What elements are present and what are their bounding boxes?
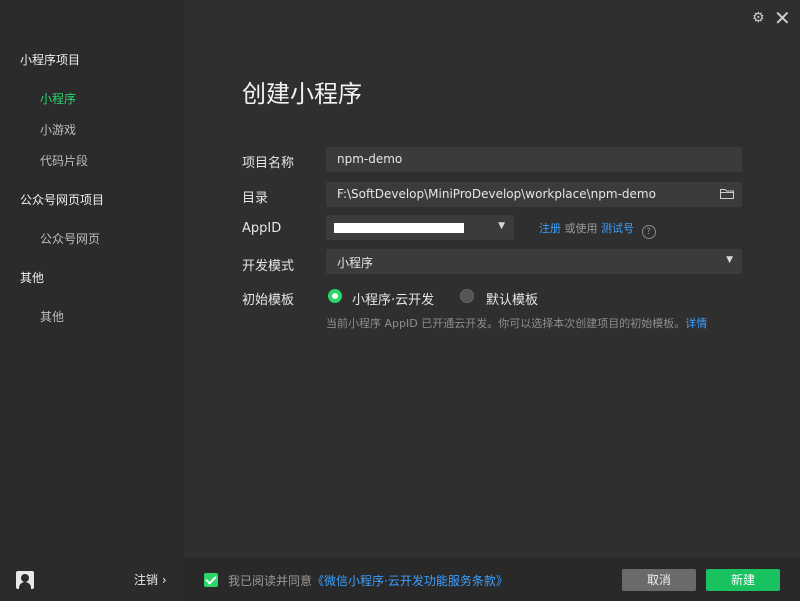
folder-icon[interactable] — [720, 188, 734, 199]
sidebar-item-other[interactable]: 其他 — [40, 308, 64, 325]
terms-link[interactable]: 《微信小程序·云开发功能服务条款》 — [312, 574, 508, 588]
appid-label: AppID — [242, 221, 282, 236]
agree-prefix: 我已阅读并同意 — [228, 574, 313, 588]
template-option-default[interactable]: 默认模板 — [486, 289, 538, 308]
chevron-down-icon: ▼ — [726, 255, 733, 265]
sidebar-group-miniprogram: 小程序项目 — [20, 53, 81, 67]
template-label: 初始模板 — [242, 293, 295, 308]
chevron-down-icon: ▼ — [498, 221, 505, 231]
test-account-link[interactable]: 测试号 — [601, 222, 634, 235]
sidebar-group-official-web: 公众号网页项目 — [20, 193, 105, 207]
sidebar-item-minigame[interactable]: 小游戏 — [40, 121, 76, 138]
sidebar-item-official-web[interactable]: 公众号网页 — [40, 230, 100, 247]
create-project-panel: ⚙ ✕ 创建小程序 项目名称 npm-demo 目录 F:\SoftDevelo… — [184, 0, 800, 558]
sidebar-item-code-snippet[interactable]: 代码片段 — [40, 152, 88, 169]
create-button[interactable]: 新建 — [706, 569, 780, 591]
directory-label: 目录 — [242, 191, 269, 206]
project-name-input[interactable]: npm-demo — [326, 147, 742, 172]
directory-input[interactable]: F:\SoftDevelop\MiniProDevelop\workplace\… — [326, 182, 742, 207]
appid-select[interactable]: ▼ — [326, 215, 514, 240]
page-title: 创建小程序 — [242, 80, 362, 108]
sidebar-item-miniprogram[interactable]: 小程序 — [40, 90, 76, 107]
cancel-button[interactable]: 取消 — [622, 569, 696, 591]
template-radio-default[interactable] — [460, 289, 474, 303]
register-link[interactable]: 注册 — [539, 222, 561, 235]
sidebar: 小程序项目 小程序 小游戏 代码片段 公众号网页项目 公众号网页 其他 其他 注… — [0, 0, 184, 600]
logout-button[interactable]: 注销 › — [134, 571, 167, 588]
template-hint-text: 当前小程序 AppID 已开通云开发。你可以选择本次创建项目的初始模板。 — [326, 317, 686, 330]
project-name-label: 项目名称 — [242, 156, 295, 171]
project-name-value: npm-demo — [337, 152, 403, 166]
directory-value: F:\SoftDevelop\MiniProDevelop\workplace\… — [337, 187, 656, 201]
template-option-cloud[interactable]: 小程序·云开发 — [352, 289, 434, 308]
or-use-text: 或使用 — [564, 222, 598, 235]
appid-masked-value — [334, 223, 464, 233]
template-radio-cloud[interactable] — [328, 289, 342, 303]
agree-text: 我已阅读并同意《微信小程序·云开发功能服务条款》 — [228, 572, 508, 589]
dev-mode-value: 小程序 — [337, 256, 374, 270]
gear-icon[interactable]: ⚙ — [752, 10, 765, 26]
appid-links: 注册 或使用 测试号 ? — [539, 220, 656, 239]
sidebar-group-other: 其他 — [20, 271, 45, 285]
details-link[interactable]: 详情 — [685, 317, 707, 330]
avatar[interactable] — [16, 571, 34, 589]
dev-mode-select[interactable]: 小程序 ▼ — [326, 249, 742, 274]
footer-bar: 我已阅读并同意《微信小程序·云开发功能服务条款》 取消 新建 — [184, 558, 800, 601]
template-hint: 当前小程序 AppID 已开通云开发。你可以选择本次创建项目的初始模板。详情 — [326, 315, 707, 331]
sidebar-account-area: 注销 › — [0, 562, 184, 596]
close-icon[interactable]: ✕ — [774, 6, 791, 30]
dev-mode-label: 开发模式 — [242, 259, 295, 274]
help-icon[interactable]: ? — [641, 225, 656, 239]
agree-checkbox[interactable] — [204, 573, 218, 587]
